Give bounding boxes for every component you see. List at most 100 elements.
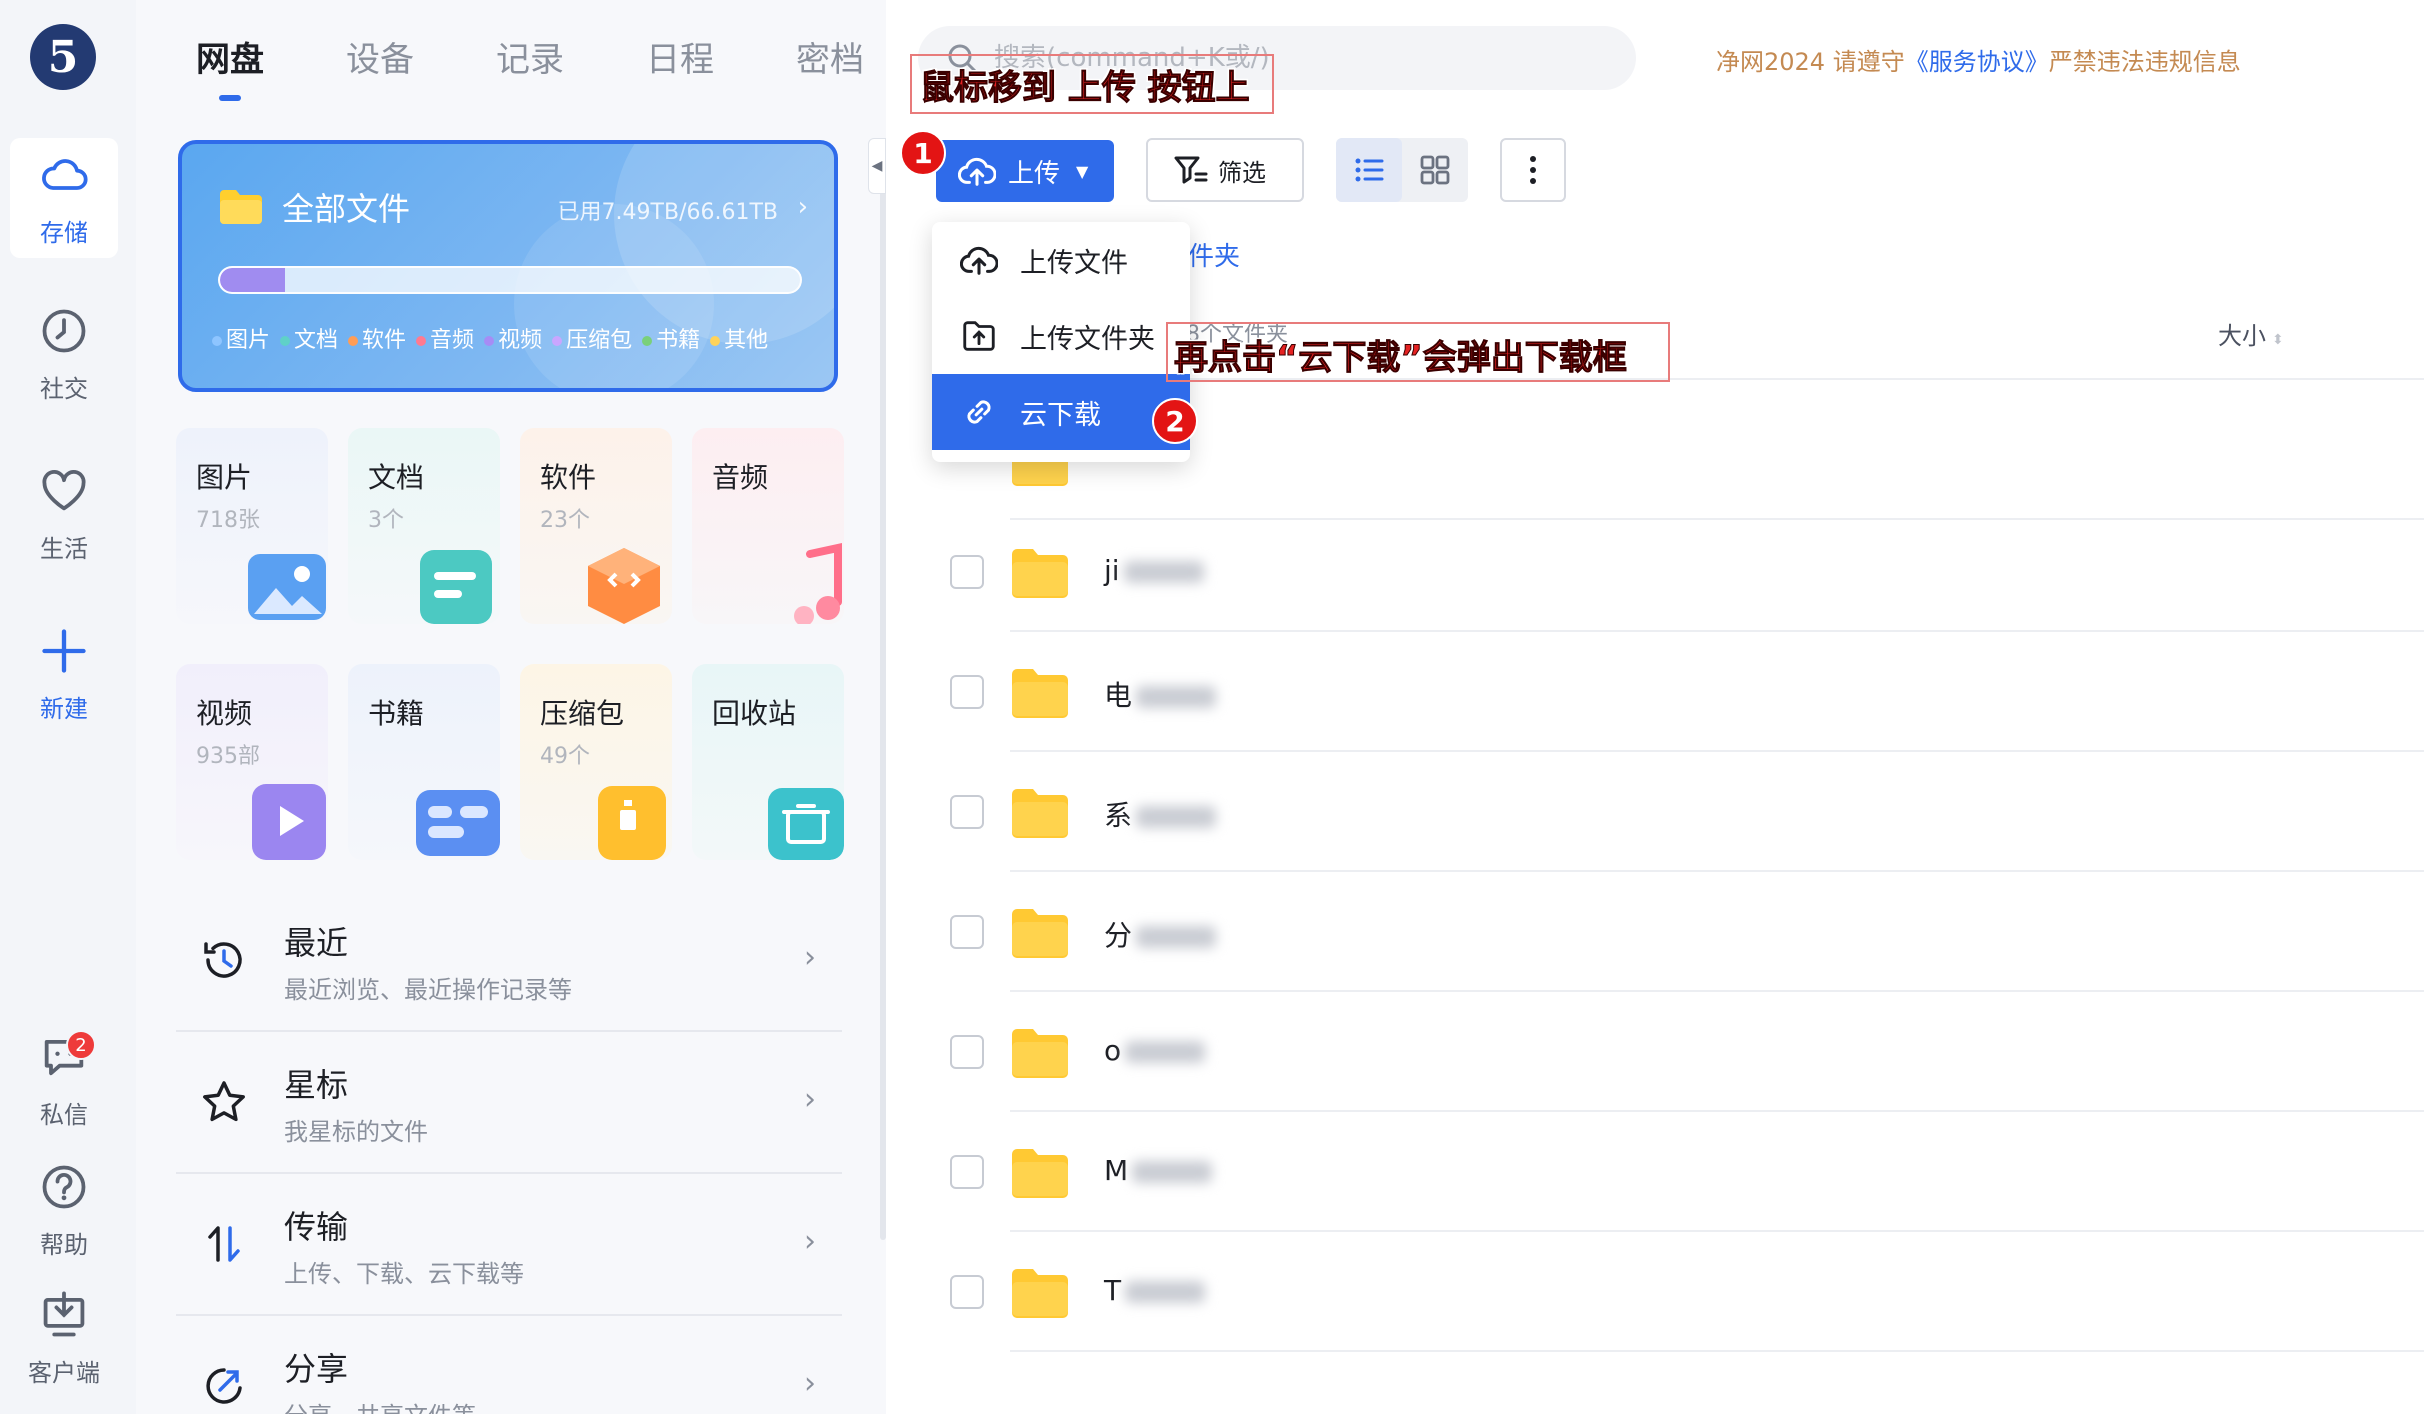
caret-down-icon: ▼ bbox=[1076, 161, 1089, 181]
menu-title: 传输 bbox=[284, 1208, 349, 1246]
file-name-text: T bbox=[1104, 1274, 1122, 1307]
table-row[interactable]: 电 bbox=[940, 632, 2424, 752]
link-icon bbox=[967, 400, 991, 424]
grid-view-button[interactable] bbox=[1402, 138, 1468, 202]
more-options-button[interactable] bbox=[1500, 138, 1566, 202]
category-count: 23个 bbox=[540, 508, 590, 533]
rail-item-storage[interactable]: 存储 bbox=[10, 138, 118, 258]
rail-item-client[interactable]: 客户端 bbox=[10, 1278, 118, 1398]
category-count: 718张 bbox=[196, 508, 260, 533]
collapse-panel-button[interactable]: ◀ bbox=[868, 138, 886, 194]
menu-share[interactable]: 分享 分享、共享文件等 › bbox=[176, 1316, 842, 1414]
breadcrumb[interactable]: 件夹 bbox=[1188, 236, 1240, 273]
table-row[interactable]: 分 bbox=[940, 872, 2424, 992]
image-icon bbox=[248, 554, 326, 620]
file-name[interactable]: 系 bbox=[1104, 794, 1217, 834]
file-name-text: ji bbox=[1104, 554, 1120, 587]
legend-item: 软件 bbox=[348, 322, 406, 354]
redacted-text bbox=[1125, 1281, 1206, 1303]
file-name[interactable]: 电 bbox=[1104, 674, 1217, 714]
table-row[interactable]: 系 bbox=[940, 752, 2424, 872]
file-name[interactable]: M bbox=[1104, 1154, 1213, 1187]
category-recycle-bin[interactable]: 回收站 bbox=[692, 664, 844, 860]
tab-records[interactable]: 记录 bbox=[496, 32, 564, 81]
category-audio[interactable]: 音频 bbox=[692, 428, 844, 624]
legend-label: 书籍 bbox=[656, 328, 701, 353]
row-checkbox[interactable] bbox=[950, 1275, 984, 1309]
redacted-text bbox=[1136, 926, 1217, 948]
category-archives[interactable]: 压缩包 49个 bbox=[520, 664, 672, 860]
folder-icon bbox=[1012, 909, 1068, 958]
menu-item-label: 上传文件 bbox=[1020, 247, 1128, 279]
plus-icon bbox=[42, 628, 86, 673]
row-checkbox[interactable] bbox=[950, 1035, 984, 1069]
folder-icon bbox=[1012, 1029, 1068, 1078]
tab-schedule[interactable]: 日程 bbox=[646, 32, 714, 81]
legend-dot bbox=[280, 336, 291, 346]
row-checkbox[interactable] bbox=[950, 795, 984, 829]
rail-item-messages[interactable]: 私信 2 bbox=[10, 1020, 118, 1140]
size-column-header[interactable]: 大小 ⬍ bbox=[2218, 316, 2284, 351]
file-name[interactable]: o bbox=[1104, 1034, 1206, 1067]
row-checkbox[interactable] bbox=[950, 675, 984, 709]
annotation-number-1: 1 bbox=[900, 130, 946, 176]
menu-starred[interactable]: 星标 我星标的文件 › bbox=[176, 1032, 842, 1174]
menu-item-cloud-download[interactable]: 云下载 bbox=[932, 374, 1190, 450]
legend-dot bbox=[348, 336, 359, 346]
menu-recent[interactable]: 最近 最近浏览、最近操作记录等 › bbox=[176, 890, 842, 1032]
table-row[interactable]: o bbox=[940, 992, 2424, 1112]
download-client-icon bbox=[43, 1290, 85, 1336]
menu-item-upload-folder[interactable]: 上传文件夹 bbox=[932, 298, 1190, 374]
category-documents[interactable]: 文档 3个 bbox=[348, 428, 500, 624]
row-checkbox[interactable] bbox=[950, 555, 984, 589]
legend-item: 书籍 bbox=[642, 322, 700, 354]
category-books[interactable]: 书籍 bbox=[348, 664, 500, 860]
rail-item-help[interactable]: 帮助 bbox=[10, 1150, 118, 1270]
redacted-text bbox=[1123, 561, 1204, 583]
legend-dot bbox=[212, 336, 222, 346]
table-row[interactable]: M bbox=[940, 1112, 2424, 1232]
rail-item-new[interactable]: 新建 bbox=[10, 614, 118, 734]
app-logo[interactable]: 5 bbox=[30, 24, 96, 90]
legend-item: 文档 bbox=[280, 322, 338, 354]
help-icon bbox=[42, 1165, 86, 1208]
category-images[interactable]: 图片 718张 bbox=[176, 428, 328, 624]
table-row[interactable]: ji bbox=[940, 512, 2424, 632]
file-name[interactable]: ji bbox=[1104, 554, 1204, 587]
tab-netdisk[interactable]: 网盘 bbox=[196, 32, 264, 81]
legend-label: 图片 bbox=[226, 328, 271, 353]
menu-transfer[interactable]: 传输 上传、下载、云下载等 › bbox=[176, 1174, 842, 1316]
legend-label: 压缩包 bbox=[566, 328, 633, 353]
menu-item-upload-file[interactable]: 上传文件 bbox=[932, 222, 1190, 298]
service-agreement-link[interactable]: 《服务协议》 bbox=[1905, 48, 2049, 76]
rail-item-life[interactable]: 生活 bbox=[10, 454, 118, 574]
category-software[interactable]: 软件 23个 bbox=[520, 428, 672, 624]
legend-dot bbox=[416, 336, 427, 346]
filter-button[interactable]: 筛选 bbox=[1146, 138, 1304, 202]
category-videos[interactable]: 视频 935部 bbox=[176, 664, 328, 860]
cloud-icon bbox=[42, 158, 88, 190]
row-checkbox[interactable] bbox=[950, 915, 984, 949]
category-name: 压缩包 bbox=[540, 697, 625, 730]
all-files-card[interactable]: 全部文件 已用7.49TB/66.61TB › 图片 文档 软件 音频 视频 压缩包 书籍其… bbox=[178, 140, 838, 392]
cloud-upload-icon bbox=[960, 246, 998, 275]
file-name[interactable]: T bbox=[1104, 1274, 1206, 1307]
legend-item: 其他 bbox=[710, 322, 768, 354]
file-name-text: 分 bbox=[1104, 919, 1133, 952]
file-name[interactable]: 分 bbox=[1104, 914, 1217, 954]
legend-label: 其他 bbox=[724, 328, 769, 353]
tab-vault[interactable]: 密档 bbox=[796, 32, 864, 81]
legend-dot bbox=[484, 336, 495, 346]
rail-item-social[interactable]: 社交 bbox=[10, 294, 118, 414]
row-checkbox[interactable] bbox=[950, 1155, 984, 1189]
legend-item: 音频 bbox=[416, 322, 474, 354]
tab-devices[interactable]: 设备 bbox=[346, 32, 414, 81]
folder-icon bbox=[220, 190, 262, 224]
table-row[interactable]: T bbox=[940, 1232, 2424, 1352]
upload-button[interactable]: 上传 ▼ bbox=[936, 140, 1114, 202]
redacted-text bbox=[1136, 806, 1217, 828]
list-view-button[interactable] bbox=[1336, 138, 1402, 202]
folder-icon bbox=[1012, 1149, 1068, 1198]
storage-panel: 网盘 设备 记录 日程 密档 全部文件 已用7.49TB/66.61TB › 图… bbox=[136, 0, 886, 1414]
panel-divider[interactable] bbox=[880, 140, 886, 1240]
